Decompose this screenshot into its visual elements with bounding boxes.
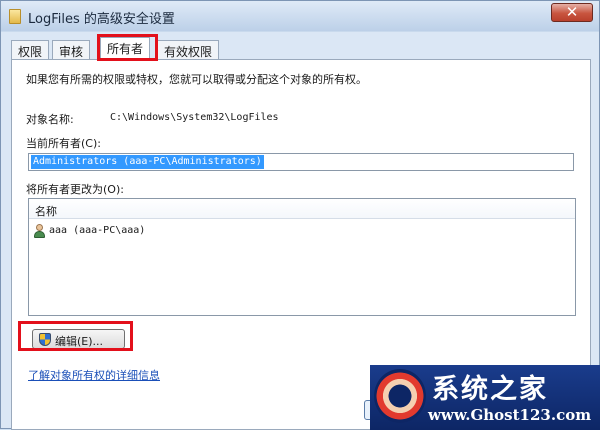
intro-text: 如果您有所需的权限或特权，您就可以取得或分配这个对象的所有权。 <box>26 73 367 86</box>
list-item[interactable]: aaa (aaa-PC\aaa) <box>33 224 333 240</box>
change-owner-label: 将所有者更改为(O): <box>26 183 124 196</box>
advanced-security-settings-window: LogFiles 的高级安全设置 ✕ 权限 审核 所有者 有效权限 如果您有所需… <box>0 0 600 430</box>
tab-auditing[interactable]: 审核 <box>52 40 91 59</box>
edit-button-highlight <box>18 321 133 351</box>
learn-more-link[interactable]: 了解对象所有权的详细信息 <box>28 367 160 383</box>
object-name-label: 对象名称: <box>26 113 74 126</box>
current-owner-value[interactable]: Administrators (aaa-PC\Administrators) <box>31 155 264 169</box>
watermark-title: 系统之家 <box>432 374 548 405</box>
object-name-value: C:\Windows\System32\LogFiles <box>110 112 279 123</box>
user-icon <box>33 224 45 238</box>
title-bar[interactable]: LogFiles 的高级安全设置 ✕ <box>1 1 599 31</box>
list-header[interactable]: 名称 <box>29 199 575 219</box>
current-owner-label: 当前所有者(C): <box>26 137 101 150</box>
ghost-logo-icon <box>374 369 426 423</box>
list-item-label: aaa (aaa-PC\aaa) <box>49 225 146 236</box>
new-owner-list[interactable]: 名称 aaa (aaa-PC\aaa) <box>28 198 576 316</box>
tab-permissions[interactable]: 权限 <box>11 40 50 59</box>
column-header-name[interactable]: 名称 <box>35 203 57 219</box>
watermark-url: www.Ghost123.com <box>428 406 592 424</box>
window-title: LogFiles 的高级安全设置 <box>28 12 175 27</box>
folder-icon <box>9 9 21 24</box>
current-owner-field[interactable]: Administrators (aaa-PC\Administrators) <box>28 153 574 171</box>
owner-tab-highlight <box>97 34 158 61</box>
close-button[interactable]: ✕ <box>551 3 593 22</box>
watermark-logo: 系统之家 www.Ghost123.com <box>370 365 600 430</box>
tab-effective-permissions[interactable]: 有效权限 <box>157 40 220 59</box>
